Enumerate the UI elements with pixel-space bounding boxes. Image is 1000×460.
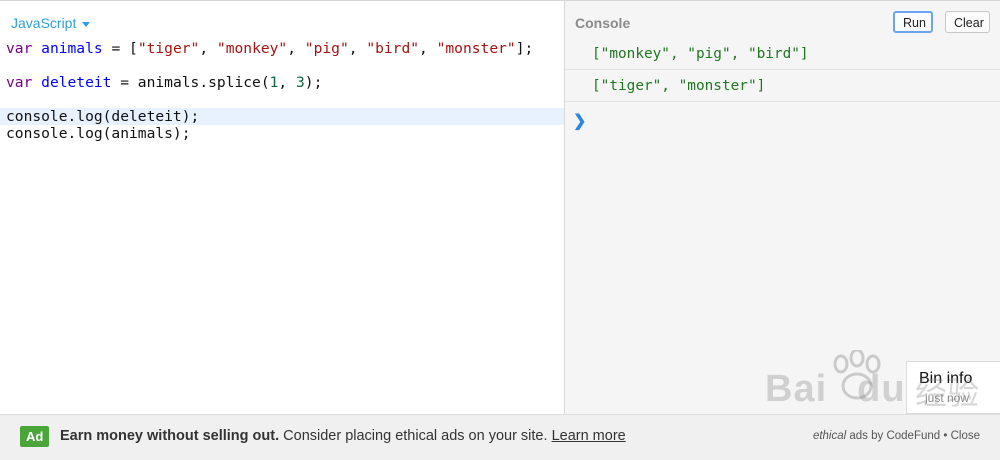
code-line[interactable]: var animals = ["tiger", "monkey", "pig",… [0, 40, 564, 57]
console-panel: Console Run Clear ["monkey", "pig", "bir… [565, 1, 1000, 414]
code-token: 3 [295, 74, 305, 91]
code-token: "monster" [436, 40, 516, 57]
code-token: var [6, 40, 33, 57]
code-token: , [199, 40, 217, 57]
code-token: "tiger" [137, 40, 200, 57]
code-token: animals [41, 40, 103, 57]
bin-info-title: Bin info [919, 370, 973, 387]
code-token: deleteit [41, 74, 112, 91]
code-token: ); [304, 74, 323, 91]
code-line[interactable]: console.log(animals); [0, 125, 564, 142]
code-line[interactable] [0, 57, 564, 74]
code-token: console.log(animals); [6, 125, 191, 142]
language-dropdown[interactable]: JavaScript [11, 15, 91, 31]
bin-info-button[interactable]: Bin info just now [906, 361, 1000, 414]
ad-bar: Ad Earn money without selling out. Consi… [0, 414, 1000, 460]
code-token: , [419, 40, 437, 57]
code-token: , [278, 74, 296, 91]
learn-more-link[interactable]: Learn more [552, 428, 626, 444]
ad-body: Consider placing ethical ads on your sit… [279, 428, 552, 444]
close-ad-link[interactable]: Close [951, 430, 980, 442]
code-token: = [ [102, 40, 138, 57]
console-title: Console [575, 15, 631, 31]
ad-credit-text: ads by CodeFund • [846, 430, 951, 442]
code-line[interactable]: var deleteit = animals.splice(1, 3); [0, 74, 564, 91]
code-token: var [6, 74, 33, 91]
code-token: = animals.splice( [111, 74, 270, 91]
ad-headline: Earn money without selling out. [60, 428, 280, 444]
console-log-row: ["monkey", "pig", "bird"] [565, 38, 1000, 70]
bin-info-subtitle: just now [925, 391, 970, 405]
code-token: ]; [515, 40, 534, 57]
ad-badge: Ad [20, 426, 50, 447]
code-token: "pig" [304, 40, 349, 57]
code-line[interactable]: console.log(deleteit); [0, 108, 564, 125]
code-token: "bird" [366, 40, 420, 57]
code-line[interactable] [0, 91, 564, 108]
code-editor-panel[interactable]: JavaScript var animals = ["tiger", "monk… [0, 1, 565, 414]
ad-text: Earn money without selling out. Consider… [60, 428, 626, 444]
console-prompt-icon[interactable]: ❯ [573, 111, 586, 131]
caret-down-icon [82, 21, 91, 27]
clear-button[interactable]: Clear [945, 11, 990, 33]
code-token: console.log(deleteit); [6, 108, 200, 125]
ad-credit: ethical ads by CodeFund • Close [813, 430, 980, 442]
code-token: , [348, 40, 367, 57]
code-area[interactable]: var animals = ["tiger", "monkey", "pig",… [0, 40, 564, 142]
run-button[interactable]: Run [893, 11, 933, 33]
code-token: "monkey" [216, 40, 288, 57]
code-token: , [287, 40, 305, 57]
ad-credit-italic: ethical [812, 430, 847, 442]
language-label: JavaScript [11, 15, 77, 31]
console-log-row: ["tiger", "monster"] [565, 70, 1000, 102]
